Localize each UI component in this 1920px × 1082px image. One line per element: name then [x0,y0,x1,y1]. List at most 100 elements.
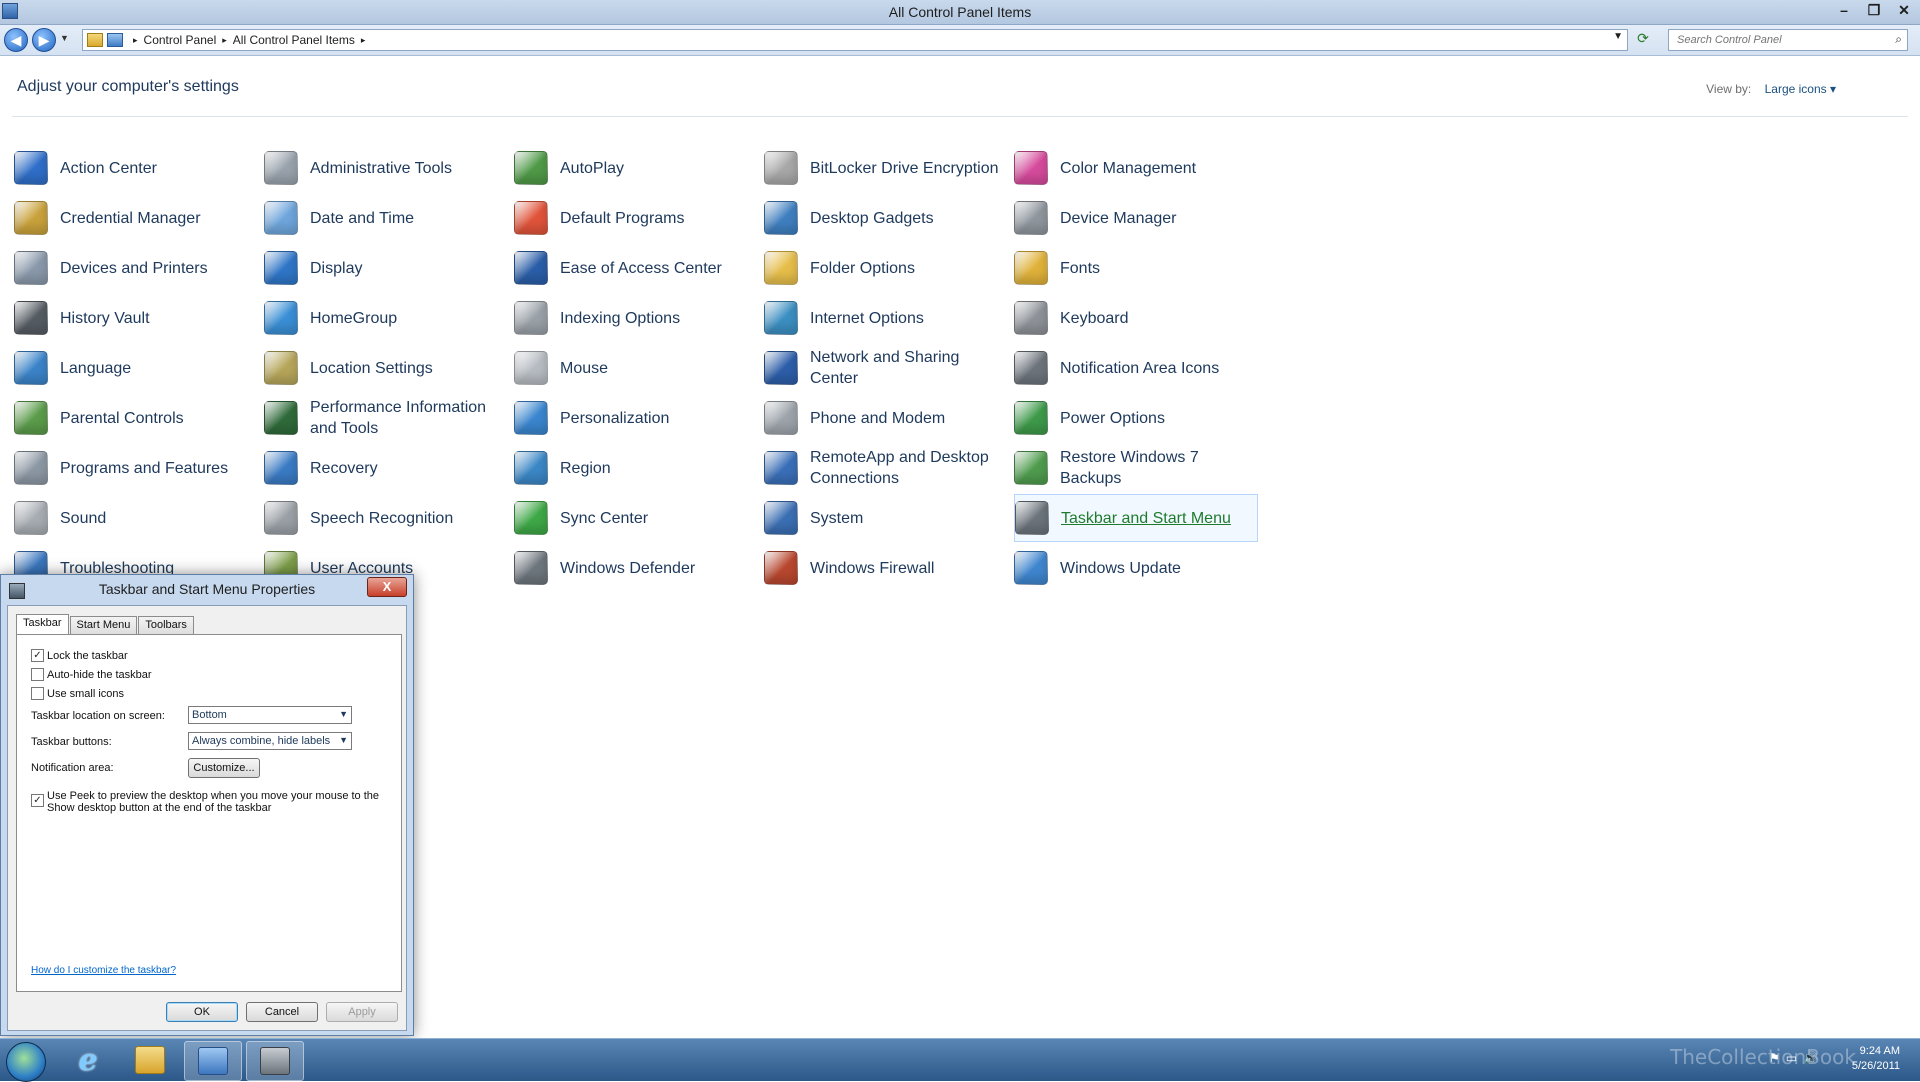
item-indexing-options[interactable]: Indexing Options [514,294,758,342]
search-icon[interactable]: ⌕ [1895,32,1902,47]
item-sync-center[interactable]: Sync Center [514,494,758,542]
item-restore-windows-7-backups[interactable]: Restore Windows 7 Backups [1014,444,1258,492]
view-by-dropdown[interactable]: Large icons ▾ [1765,82,1836,96]
item-bitlocker-drive-encryption[interactable]: BitLocker Drive Encryption [764,144,1008,192]
item-credential-manager[interactable]: Credential Manager [14,194,258,242]
apply-button[interactable]: Apply [326,1002,398,1022]
item-fonts[interactable]: Fonts [1014,244,1258,292]
item-remoteapp-and-desktop-connections[interactable]: RemoteApp and Desktop Connections [764,444,1008,492]
item-folder-options[interactable]: Folder Options [764,244,1008,292]
item-windows-defender[interactable]: Windows Defender [514,544,758,592]
ok-button[interactable]: OK [166,1002,238,1022]
small-icons-checkbox[interactable] [31,687,44,700]
start-button[interactable] [6,1042,46,1082]
chevron-down-icon[interactable]: ▼ [1613,31,1623,42]
item-recovery[interactable]: Recovery [264,444,508,492]
item-label: Folder Options [810,259,915,277]
item-date-and-time[interactable]: Date and Time [264,194,508,242]
item-label: Credential Manager [60,209,201,227]
internet-explorer-button[interactable]: e [60,1041,116,1079]
forward-button[interactable]: ▶ [32,28,56,52]
taskbar-properties-taskbar-button[interactable] [246,1041,304,1081]
item-notification-area-icons[interactable]: Notification Area Icons [1014,344,1258,392]
control-panel-taskbar-button[interactable] [184,1041,242,1081]
item-default-programs[interactable]: Default Programs [514,194,758,242]
item-history-vault[interactable]: History Vault [14,294,258,342]
restore-icon [1014,451,1048,485]
item-network-and-sharing-center[interactable]: Network and Sharing Center [764,344,1008,392]
folder-icon [135,1046,165,1074]
item-taskbar-and-start-menu[interactable]: Taskbar and Start Menu [1014,494,1258,542]
item-devices-and-printers[interactable]: Devices and Printers [14,244,258,292]
lock-taskbar-option[interactable]: ✓ Lock the taskbar [31,649,128,662]
search-input[interactable] [1675,33,1879,47]
chevron-down-icon[interactable]: ▼ [339,735,348,745]
system-tray-icons[interactable]: ⚑▭🔊 [1769,1051,1824,1065]
taskbar-buttons-select[interactable]: Always combine, hide labels ▼ [188,732,352,750]
breadcrumb-all-items[interactable]: All Control Panel Items [233,33,355,47]
item-windows-firewall[interactable]: Windows Firewall [764,544,1008,592]
item-mouse[interactable]: Mouse [514,344,758,392]
cancel-button[interactable]: Cancel [246,1002,318,1022]
breadcrumb-control-panel[interactable]: Control Panel [144,33,217,47]
item-personalization[interactable]: Personalization [514,394,758,442]
item-color-management[interactable]: Color Management [1014,144,1258,192]
item-region[interactable]: Region [514,444,758,492]
close-button[interactable]: ✕ [1894,2,1914,19]
item-parental-controls[interactable]: Parental Controls [14,394,258,442]
item-autoplay[interactable]: AutoPlay [514,144,758,192]
chevron-down-icon[interactable]: ▼ [339,709,348,719]
small-icons-option[interactable]: Use small icons [31,687,124,700]
item-power-options[interactable]: Power Options [1014,394,1258,442]
item-desktop-gadgets[interactable]: Desktop Gadgets [764,194,1008,242]
help-link[interactable]: How do I customize the taskbar? [31,965,176,976]
item-language[interactable]: Language [14,344,258,392]
address-field[interactable]: ▸ Control Panel ▸ All Control Panel Item… [82,29,1628,51]
homegroup-icon [264,301,298,335]
auto-hide-option[interactable]: Auto-hide the taskbar [31,668,152,681]
auto-hide-checkbox[interactable] [31,668,44,681]
minimize-button[interactable]: – [1834,2,1854,19]
indexing-icon [514,301,548,335]
tab-taskbar[interactable]: Taskbar [16,614,69,636]
chevron-right-icon[interactable]: ▸ [222,35,227,46]
item-keyboard[interactable]: Keyboard [1014,294,1258,342]
item-homegroup[interactable]: HomeGroup [264,294,508,342]
window-title-bar[interactable]: All Control Panel Items – ❐ ✕ [0,0,1920,25]
back-button[interactable]: ◀ [4,28,28,52]
item-phone-and-modem[interactable]: Phone and Modem [764,394,1008,442]
item-action-center[interactable]: Action Center [14,144,258,192]
item-display[interactable]: Display [264,244,508,292]
tab-toolbars[interactable]: Toolbars [138,616,194,635]
autoplay-icon [514,151,548,185]
item-ease-of-access-center[interactable]: Ease of Access Center [514,244,758,292]
explorer-button[interactable] [122,1041,178,1079]
item-label: Windows Firewall [810,559,935,577]
lock-taskbar-checkbox[interactable]: ✓ [31,649,44,662]
item-location-settings[interactable]: Location Settings [264,344,508,392]
chevron-right-icon[interactable]: ▸ [361,35,366,46]
refresh-button[interactable]: ⟳ [1632,30,1654,50]
item-label: Recovery [310,459,378,477]
clock[interactable]: 9:24 AM 5/26/2011 [1852,1044,1900,1074]
customize-button[interactable]: Customize... [188,758,260,778]
peek-checkbox[interactable]: ✓ [31,794,44,807]
taskbar-location-select[interactable]: Bottom ▼ [188,706,352,724]
item-system[interactable]: System [764,494,1008,542]
item-device-manager[interactable]: Device Manager [1014,194,1258,242]
maximize-button[interactable]: ❐ [1864,2,1884,19]
search-box[interactable]: ⌕ [1668,29,1908,51]
taskbar-icon [1015,501,1049,535]
recent-pages-dropdown[interactable]: ▼ [60,33,69,43]
item-programs-and-features[interactable]: Programs and Features [14,444,258,492]
dialog-close-button[interactable]: X [367,577,407,597]
tab-start-menu[interactable]: Start Menu [69,616,138,635]
item-windows-update[interactable]: Windows Update [1014,544,1258,592]
item-administrative-tools[interactable]: Administrative Tools [264,144,508,192]
chevron-right-icon[interactable]: ▸ [133,35,138,46]
peek-option[interactable]: ✓ Use Peek to preview the desktop when y… [31,790,379,814]
item-performance-information-and-tools[interactable]: Performance Information and Tools [264,394,508,442]
item-sound[interactable]: Sound [14,494,258,542]
item-internet-options[interactable]: Internet Options [764,294,1008,342]
item-speech-recognition[interactable]: Speech Recognition [264,494,508,542]
